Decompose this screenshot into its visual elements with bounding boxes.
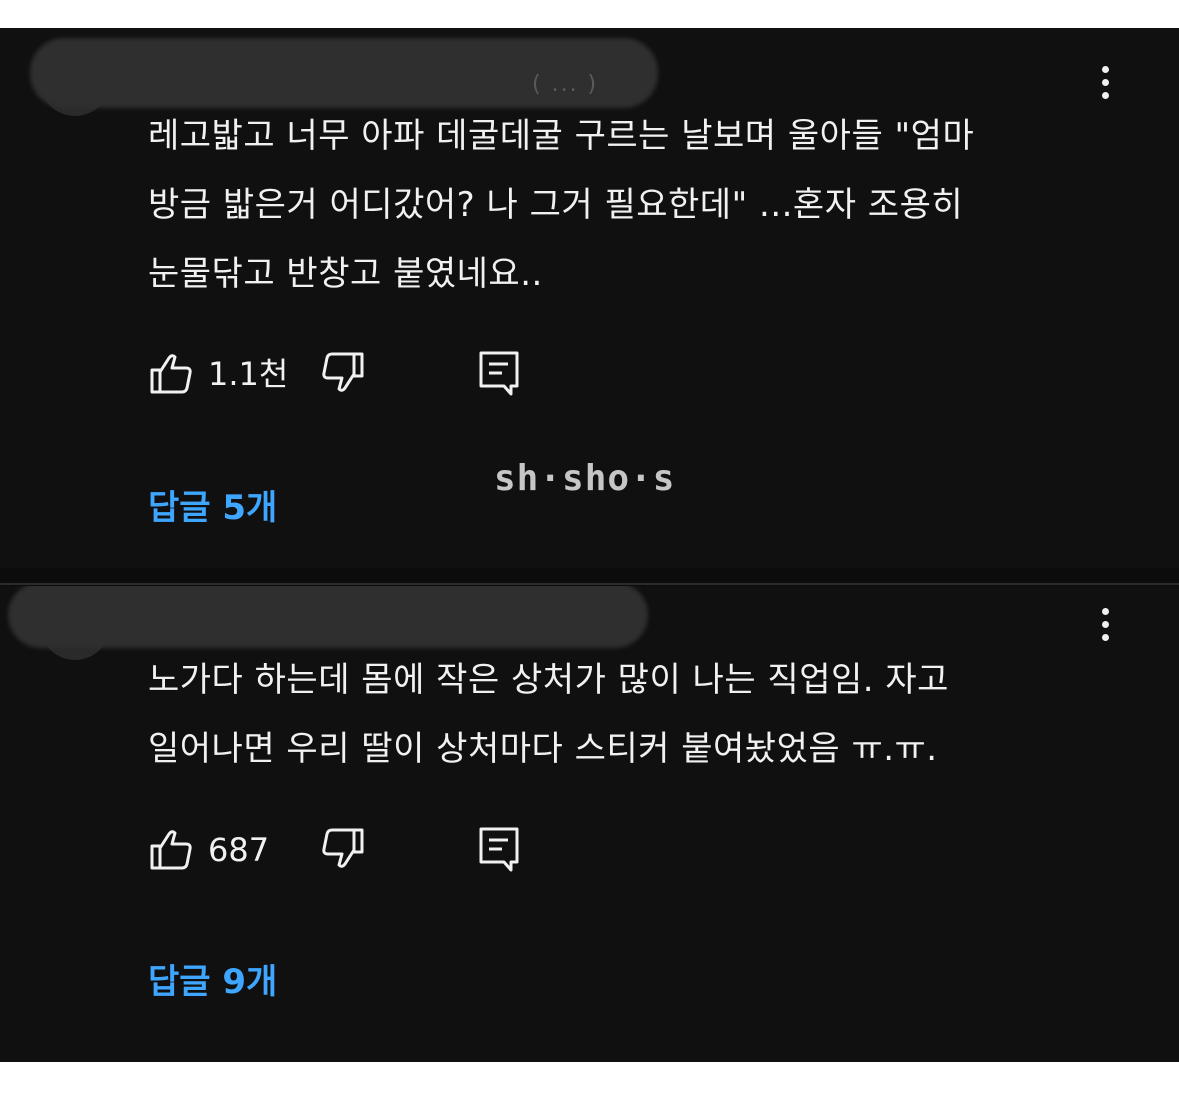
more-options-button[interactable] xyxy=(1099,608,1111,648)
comment-text: 노가다 하는데 몸에 작은 상처가 많이 나는 직업임. 자고 일어나면 우리 … xyxy=(148,660,949,769)
comment-card: ( ... ) 레고밟고 너무 아파 데굴데굴 구르는 날보며 울아들 "엄마 … xyxy=(0,28,1179,568)
more-options-icon xyxy=(1101,66,1109,73)
like-count: 687 xyxy=(208,831,270,869)
redacted-author xyxy=(8,586,648,648)
more-options-icon xyxy=(1101,608,1109,615)
comment-text: 레고밟고 너무 아파 데굴데굴 구르는 날보며 울아들 "엄마 방금 밟은거 어… xyxy=(148,116,975,294)
reply-button[interactable] xyxy=(478,826,520,874)
like-count: 1.1천 xyxy=(208,355,289,393)
like-icon xyxy=(150,354,192,394)
view-replies-button[interactable]: 답글 5개 xyxy=(148,486,277,530)
dislike-button[interactable] xyxy=(320,350,366,396)
reply-icon xyxy=(479,827,519,872)
dislike-icon xyxy=(322,828,364,868)
comment-actions: 1.1천 xyxy=(148,350,548,400)
dislike-icon xyxy=(322,352,364,392)
like-icon xyxy=(150,830,192,870)
author-name-fragment: ( ... ) xyxy=(532,72,599,97)
reply-button[interactable] xyxy=(478,350,520,398)
watermark: sh·sho·s xyxy=(494,458,676,499)
dislike-button[interactable] xyxy=(320,826,366,872)
like-button[interactable] xyxy=(148,826,194,872)
reply-icon xyxy=(479,351,519,396)
divider xyxy=(0,583,1179,585)
comment-card: 노가다 하는데 몸에 작은 상처가 많이 나는 직업임. 자고 일어나면 우리 … xyxy=(0,586,1179,1062)
view-replies-button[interactable]: 답글 9개 xyxy=(148,960,277,1004)
more-options-button[interactable] xyxy=(1099,66,1111,106)
like-button[interactable] xyxy=(148,350,194,396)
comment-actions: 687 xyxy=(148,826,548,876)
